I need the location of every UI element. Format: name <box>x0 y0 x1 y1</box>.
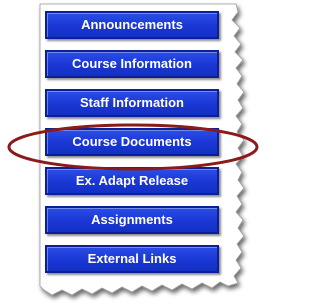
announcements-label: Announcements <box>81 17 183 32</box>
staff-information-label: Staff Information <box>80 95 184 110</box>
course-menu: Announcements Course Information Staff I… <box>45 11 219 284</box>
staff-information-button[interactable]: Staff Information <box>45 89 219 117</box>
course-information-button[interactable]: Course Information <box>45 50 219 78</box>
course-documents-button[interactable]: Course Documents <box>45 128 219 156</box>
ex-adapt-release-button[interactable]: Ex. Adapt Release <box>45 167 219 195</box>
external-links-button[interactable]: External Links <box>45 245 219 273</box>
announcements-button[interactable]: Announcements <box>45 11 219 39</box>
course-information-label: Course Information <box>72 56 192 71</box>
assignments-button[interactable]: Assignments <box>45 206 219 234</box>
course-documents-label: Course Documents <box>72 134 192 149</box>
external-links-label: External Links <box>87 251 177 266</box>
assignments-label: Assignments <box>91 212 173 227</box>
screenshot-stage: Announcements Course Information Staff I… <box>0 0 271 305</box>
ex-adapt-release-label: Ex. Adapt Release <box>75 173 189 188</box>
